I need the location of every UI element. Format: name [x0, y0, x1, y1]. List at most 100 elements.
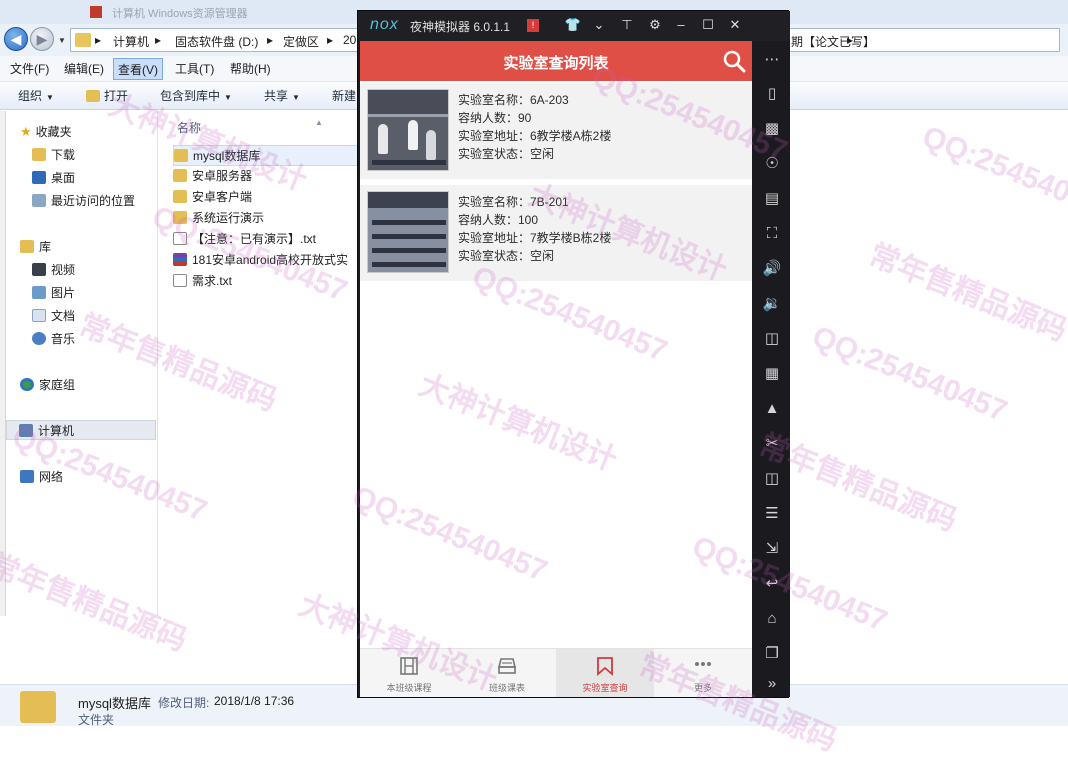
update-badge[interactable]: ! — [527, 19, 539, 32]
menu-file[interactable]: 文件(F) — [6, 58, 53, 80]
breadcrumb-tail[interactable]: 期【论文已写】 — [791, 33, 875, 50]
shake-button[interactable]: ▯ — [760, 81, 784, 105]
network-icon — [20, 470, 34, 483]
share-label: 共享 — [264, 89, 289, 103]
nav-music[interactable]: 音乐 — [32, 329, 75, 349]
share-button[interactable]: 共享 ▼ — [264, 86, 300, 106]
nav-computer[interactable]: 计算机 — [6, 420, 156, 440]
scissors-button[interactable]: ✂ — [760, 431, 784, 455]
tab-more[interactable]: 更多 — [654, 649, 752, 697]
menu-view[interactable]: 查看(V) — [113, 58, 163, 80]
more-options-button[interactable]: ⋯ — [760, 47, 784, 71]
recent-pages-dropdown[interactable]: ▼ — [58, 36, 66, 45]
nav-downloads[interactable]: 下载 — [32, 145, 75, 165]
menu-dropdown-button[interactable]: ⌄ — [590, 17, 608, 33]
hamburger-icon: ☰ — [765, 505, 779, 522]
back-button[interactable]: ◀ — [4, 27, 28, 51]
tab-class-courses[interactable]: 本班级课程 — [360, 649, 458, 697]
skin-button[interactable]: 👕 — [564, 17, 582, 33]
column-header-name[interactable]: 名称 ▲ — [177, 118, 323, 136]
tab-lab-query[interactable]: 实验室查询 — [556, 649, 654, 697]
search-icon[interactable] — [722, 49, 746, 73]
page-title: 实验室查询列表 — [503, 55, 609, 72]
new-folder-button[interactable]: 新建 — [332, 86, 356, 106]
forward-button[interactable]: ▶ — [30, 27, 54, 51]
recent-apps-icon: ❐ — [765, 645, 779, 662]
file-row[interactable]: 需求.txt — [173, 271, 359, 292]
nav-network[interactable]: 网络 — [20, 467, 63, 487]
record-button[interactable]: ◫ — [760, 326, 784, 350]
settings-button[interactable]: ⚙ — [646, 17, 664, 33]
volume-down-button[interactable]: 🔉 — [760, 291, 784, 315]
volume-up-button[interactable]: 🔊 — [760, 256, 784, 280]
keyboard-mapping-button[interactable]: ▩ — [760, 116, 784, 140]
nox-title-bar[interactable]: nox 夜神模拟器 6.0.1.1 ! 👕 ⌄ ⊤ ⚙ – ☐ ✕ — [358, 11, 790, 41]
archive-icon — [173, 253, 187, 266]
recent-apps-button[interactable]: ❐ — [760, 641, 784, 665]
nav-pictures[interactable]: 图片 — [32, 283, 75, 303]
location-button[interactable]: ☉ — [760, 151, 784, 175]
close-button[interactable]: ✕ — [726, 17, 744, 33]
menu-tools[interactable]: 工具(T) — [171, 58, 218, 80]
lab-list-item[interactable]: 实验室名称：6A-203 容纳人数：90 实验室地址：6教学楼A栋2楼 实验室状… — [360, 83, 752, 179]
back-nav-button[interactable]: ↩ — [760, 571, 784, 595]
nav-favorites[interactable]: ★ 收藏夹 — [20, 122, 72, 142]
phone-shake-icon: ▯ — [767, 85, 777, 102]
tab-class-timetable[interactable]: 班级课表 — [458, 649, 556, 697]
include-in-library-button[interactable]: 包含到库中 ▼ — [160, 86, 232, 106]
open-label: 打开 — [104, 89, 129, 103]
crumb-separator-icon[interactable]: ▸ — [95, 33, 101, 47]
file-row[interactable]: 【注意：已有演示】.txt — [173, 229, 359, 250]
nav-homegroup[interactable]: 家庭组 — [20, 375, 75, 395]
home-nav-button[interactable]: ⌂ — [760, 606, 784, 630]
breadcrumb-drive[interactable]: 固态软件盘 (D:) — [175, 33, 258, 50]
tab-lab-query-label: 实验室查询 — [582, 683, 628, 693]
nav-videos[interactable]: 视频 — [32, 260, 75, 280]
crumb-separator-icon[interactable]: ▸ — [267, 33, 273, 47]
breadcrumb-computer[interactable]: 计算机 — [113, 33, 149, 50]
breadcrumb-custom-area[interactable]: 定做区 — [283, 33, 319, 50]
file-name: 安卓服务器 — [192, 169, 253, 183]
file-row[interactable]: 安卓客户端 — [173, 187, 359, 208]
nav-network-label: 网络 — [39, 470, 64, 484]
menu-button[interactable]: ☰ — [760, 501, 784, 525]
open-button[interactable]: 打开 — [86, 86, 128, 106]
nav-music-label: 音乐 — [51, 332, 76, 346]
crumb-separator-icon[interactable]: ▸ — [847, 33, 853, 47]
crumb-separator-icon[interactable]: ▸ — [327, 33, 333, 47]
file-row[interactable]: mysql数据库 — [173, 145, 359, 166]
nav-libraries[interactable]: 库 — [20, 237, 51, 257]
link-button[interactable]: ⇲ — [760, 536, 784, 560]
breadcrumb-folder[interactable]: 20 — [343, 33, 356, 47]
computer-icon — [19, 424, 33, 437]
file-row[interactable]: 系统运行演示 — [173, 208, 359, 229]
file-name: 安卓客户端 — [192, 190, 253, 204]
lab-info: 实验室名称：7B-201 容纳人数：100 实验室地址：7教学楼B栋2楼 实验室… — [458, 193, 611, 265]
maximize-button[interactable]: ☐ — [699, 17, 717, 33]
nav-recent[interactable]: 最近访问的位置 — [32, 191, 135, 211]
nav-computer-label: 计算机 — [38, 424, 75, 438]
crumb-separator-icon[interactable]: ▸ — [155, 33, 161, 47]
screenshot-area-button[interactable]: ▦ — [760, 361, 784, 385]
install-apk-button[interactable]: ▲ — [760, 396, 784, 420]
folder-icon — [173, 211, 187, 224]
film-icon — [400, 657, 418, 675]
file-row[interactable]: 安卓服务器 — [173, 166, 359, 187]
screen-button[interactable]: ▤ — [760, 186, 784, 210]
nav-desktop[interactable]: 桌面 — [32, 168, 75, 188]
minimize-button[interactable]: – — [672, 17, 690, 32]
volume-up-icon: 🔊 — [762, 260, 782, 277]
multi-instance-button[interactable]: ◫ — [760, 466, 784, 490]
lab-list-item[interactable]: 实验室名称：7B-201 容纳人数：100 实验室地址：7教学楼B栋2楼 实验室… — [360, 185, 752, 281]
file-row[interactable]: 181安卓android高校开放式实 — [173, 250, 359, 271]
fullscreen-button[interactable]: ⛶ — [760, 221, 784, 245]
nox-emulator-window: nox 夜神模拟器 6.0.1.1 ! 👕 ⌄ ⊤ ⚙ – ☐ ✕ 实验室查询列… — [357, 10, 790, 698]
expand-button[interactable]: » — [760, 671, 784, 695]
nav-documents[interactable]: 文档 — [32, 306, 75, 326]
menu-help[interactable]: 帮助(H) — [226, 58, 275, 80]
arrow-right-icon: ▶ — [36, 30, 48, 47]
menu-edit[interactable]: 编辑(E) — [60, 58, 108, 80]
lab-address: 实验室地址：7教学楼B栋2楼 — [458, 231, 612, 245]
organize-button[interactable]: 组织 ▼ — [18, 86, 54, 106]
pin-button[interactable]: ⊤ — [618, 17, 636, 33]
